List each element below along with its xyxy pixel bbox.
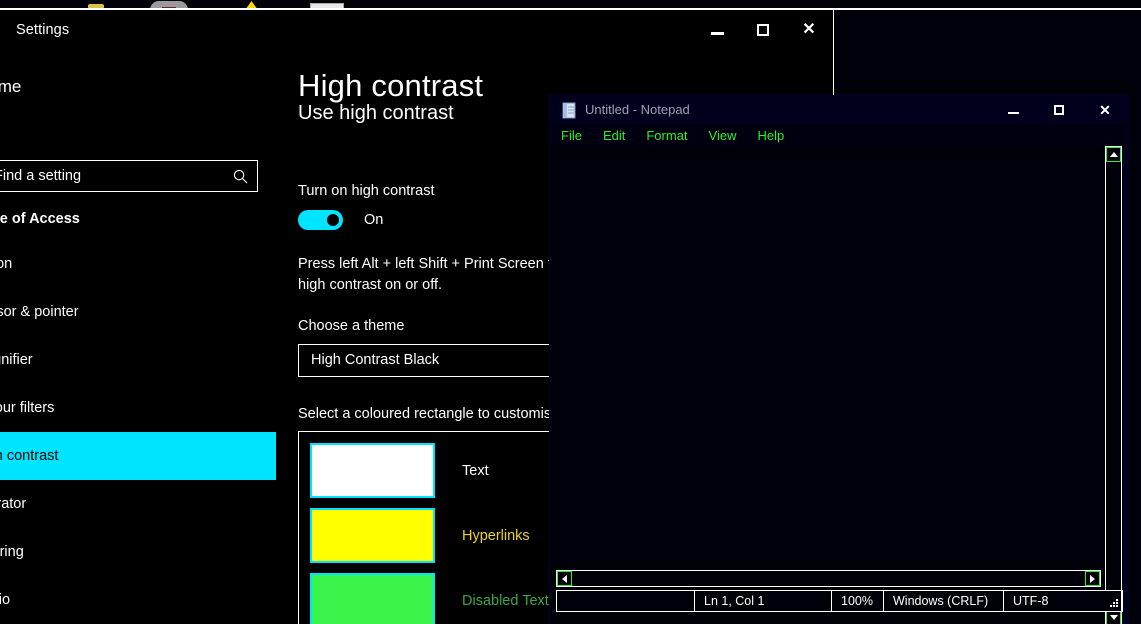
sidebar-item-high-contrast[interactable]: High contrast: [0, 432, 276, 480]
notepad-maximize-button[interactable]: [1036, 96, 1082, 124]
notepad-vertical-scrollbar[interactable]: [1105, 146, 1122, 624]
settings-titlebar[interactable]: Settings ✕: [0, 10, 832, 50]
colour-row-text: Text: [310, 443, 489, 498]
notepad-text-area[interactable]: [551, 146, 1107, 624]
colour-swatch-disabled-text[interactable]: [310, 573, 435, 624]
colour-label-hyperlinks: Hyperlinks: [462, 528, 530, 544]
notepad-titlebar[interactable]: Untitled - Notepad ✕: [550, 96, 1128, 124]
minimize-icon: [1008, 112, 1019, 114]
sidebar-item-audio[interactable]: Audio: [0, 576, 276, 624]
close-button[interactable]: ✕: [786, 10, 832, 50]
settings-sidebar: Home Find a setting Ease of Access Visio…: [0, 50, 276, 624]
maximize-icon: [757, 24, 769, 36]
sidebar-nav: Vision Cursor & pointer Magnifier Colour…: [0, 240, 276, 624]
page-title: High contrast: [298, 68, 483, 104]
colour-label-text: Text: [462, 463, 489, 479]
scroll-down-button[interactable]: [1106, 610, 1121, 624]
notepad-horizontal-scrollbar[interactable]: [556, 570, 1101, 587]
chevron-right-icon: [1090, 575, 1095, 583]
search-input[interactable]: Find a setting: [0, 160, 258, 192]
chevron-up-icon: [1110, 152, 1118, 157]
menu-help[interactable]: Help: [757, 128, 784, 143]
notepad-window-title: Untitled - Notepad: [585, 102, 690, 117]
menu-view[interactable]: View: [709, 128, 737, 143]
chevron-down-icon: [1110, 615, 1118, 620]
notepad-close-button[interactable]: ✕: [1082, 96, 1128, 124]
status-line-ending: Windows (CRLF): [884, 591, 1004, 611]
colour-swatch-hyperlinks[interactable]: [310, 508, 435, 563]
minimize-icon: [711, 32, 724, 35]
maximize-button[interactable]: [740, 10, 786, 50]
section-title: Use high contrast: [298, 102, 454, 125]
notepad-icon: [561, 101, 577, 119]
high-contrast-toggle-row: On: [298, 210, 383, 230]
maximize-icon: [1054, 105, 1064, 115]
menu-file[interactable]: File: [561, 128, 582, 143]
notepad-window-controls: ✕: [990, 96, 1128, 124]
sidebar-item-colour-filters[interactable]: Colour filters: [0, 384, 276, 432]
high-contrast-toggle[interactable]: [298, 210, 343, 230]
toggle-state-label: On: [364, 212, 383, 228]
sidebar-item-cursor-and-pointer[interactable]: Cursor & pointer: [0, 288, 276, 336]
colour-row-hyperlinks: Hyperlinks: [310, 508, 530, 563]
sidebar-item-narrator[interactable]: Narrator: [0, 480, 276, 528]
resize-grip-icon[interactable]: [1109, 599, 1119, 609]
notepad-window: Untitled - Notepad ✕ File Edit Format Vi…: [549, 95, 1129, 624]
toggle-label: Turn on high contrast: [298, 183, 434, 199]
chevron-left-icon: [562, 575, 567, 583]
notepad-menubar: File Edit Format View Help: [551, 124, 1128, 146]
close-icon: ✕: [802, 22, 815, 38]
settings-window-controls: ✕: [694, 10, 832, 50]
menu-edit[interactable]: Edit: [603, 128, 625, 143]
notepad-status-bar: Ln 1, Col 1 100% Windows (CRLF) UTF-8: [556, 590, 1123, 612]
status-spacer: [557, 591, 695, 611]
sidebar-item-magnifier[interactable]: Magnifier: [0, 336, 276, 384]
colour-row-disabled-text: Disabled Text: [310, 573, 549, 624]
sidebar-section-header: Ease of Access: [0, 211, 80, 227]
minimize-button[interactable]: [694, 10, 740, 50]
sidebar-item-home[interactable]: Home: [0, 77, 21, 97]
sidebar-item-vision[interactable]: Vision: [0, 240, 276, 288]
search-input-value: Find a setting: [0, 168, 81, 184]
scroll-right-button[interactable]: [1085, 571, 1100, 586]
status-zoom-level: 100%: [832, 591, 884, 611]
status-encoding: UTF-8: [1004, 591, 1122, 611]
status-cursor-position: Ln 1, Col 1: [695, 591, 832, 611]
screen: Settings ✕ Home Find a setting: [0, 0, 1141, 624]
colour-swatch-text[interactable]: [310, 443, 435, 498]
theme-label: Choose a theme: [298, 318, 404, 334]
sidebar-item-hearing[interactable]: Hearing: [0, 528, 276, 576]
notepad-minimize-button[interactable]: [990, 96, 1036, 124]
search-icon: [233, 169, 248, 184]
close-icon: ✕: [1099, 103, 1111, 117]
theme-selected-value: High Contrast Black: [311, 352, 439, 368]
toggle-knob: [327, 214, 339, 226]
settings-window-title: Settings: [16, 22, 69, 38]
scroll-left-button[interactable]: [557, 571, 572, 586]
menu-format[interactable]: Format: [646, 128, 687, 143]
scroll-up-button[interactable]: [1106, 147, 1121, 162]
colour-label-disabled-text: Disabled Text: [462, 593, 549, 609]
